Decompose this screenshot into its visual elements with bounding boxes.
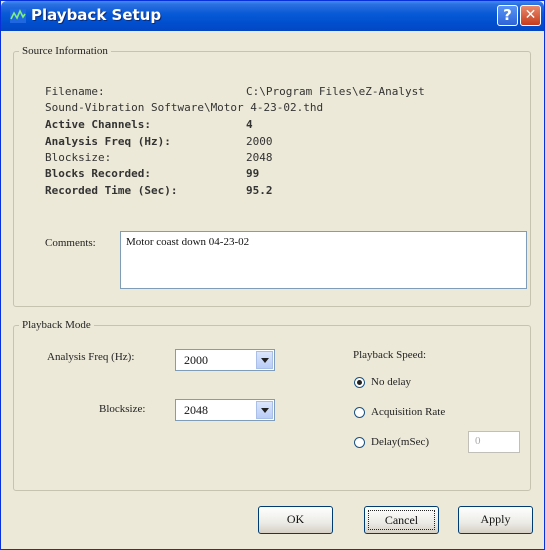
filename-value-continued: Sound-Vibration Software\Motor 4-23-02.t… — [45, 101, 324, 114]
title-bar[interactable]: Playback Setup ? ✕ — [1, 1, 544, 31]
radio-no-delay-label: No delay — [371, 376, 412, 388]
radio-button-checked[interactable] — [354, 377, 365, 388]
analysis-freq-selected: 2000 — [184, 353, 208, 367]
mode-blocksize-label: Blocksize: — [99, 403, 146, 415]
recorded-time-value: 95.2 — [246, 184, 273, 197]
window-title: Playback Setup — [31, 6, 162, 24]
blocksize-value: 2048 — [246, 151, 273, 164]
comments-field[interactable]: Motor coast down 04-23-02 — [120, 231, 527, 289]
radio-button[interactable] — [354, 437, 365, 448]
cancel-button-label: Cancel — [368, 510, 435, 530]
playback-setup-dialog: Playback Setup ? ✕ Source Information Fi… — [0, 0, 545, 550]
radio-delay-label: Delay(mSec) — [371, 436, 430, 448]
analysis-freq-value: 2000 — [246, 135, 273, 148]
analysis-freq-dropdown[interactable]: 2000 — [175, 349, 275, 371]
active-channels-value: 4 — [246, 118, 253, 131]
recorded-time-label: Recorded Time (Sec): — [45, 184, 178, 197]
dropdown-arrow-icon[interactable] — [256, 351, 273, 369]
cancel-button[interactable]: Cancel — [364, 506, 439, 534]
blocks-recorded-value: 99 — [246, 167, 260, 180]
close-button[interactable]: ✕ — [520, 5, 541, 26]
playback-mode-legend: Playback Mode — [22, 319, 91, 331]
dropdown-arrow-icon[interactable] — [256, 401, 273, 419]
ok-button[interactable]: OK — [258, 506, 333, 534]
blocks-recorded-label: Blocks Recorded: — [45, 167, 151, 180]
delay-msec-input[interactable]: 0 — [468, 431, 520, 453]
radio-acquisition-rate-label: Acquisition Rate — [371, 406, 446, 418]
analysis-freq-label: Analysis Freq (Hz): — [45, 135, 171, 148]
active-channels-label: Active Channels: — [45, 118, 151, 131]
source-information-legend: Source Information — [22, 45, 108, 57]
mode-analysis-freq-label: Analysis Freq (Hz): — [47, 351, 135, 363]
blocksize-dropdown[interactable]: 2048 — [175, 399, 275, 421]
blocksize-selected: 2048 — [184, 403, 208, 417]
comments-text: Motor coast down 04-23-02 — [126, 236, 250, 248]
app-icon — [10, 9, 26, 23]
playback-speed-label: Playback Speed: — [353, 349, 427, 361]
help-button[interactable]: ? — [497, 5, 518, 26]
blocksize-label: Blocksize: — [45, 151, 112, 164]
filename-value: C:\Program Files\eZ-Analyst — [246, 85, 425, 98]
apply-button[interactable]: Apply — [458, 506, 533, 534]
radio-button[interactable] — [354, 407, 365, 418]
comments-label: Comments: — [45, 237, 96, 249]
filename-label: Filename: — [45, 85, 105, 98]
